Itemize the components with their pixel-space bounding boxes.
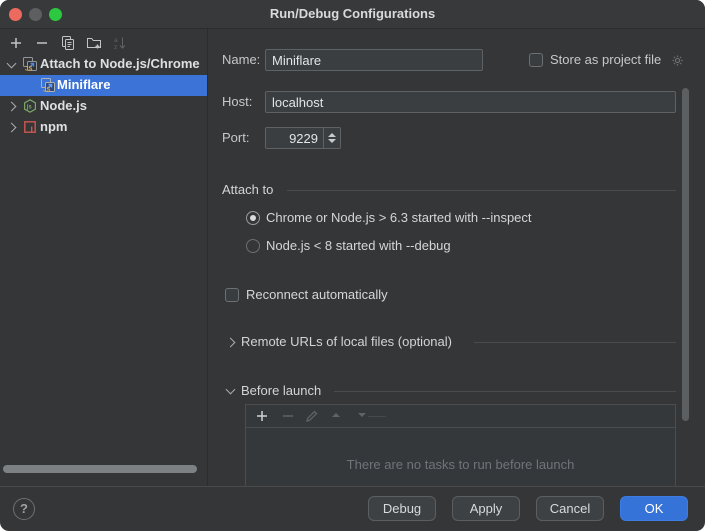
toolbar-separator	[368, 416, 386, 417]
add-icon[interactable]	[254, 408, 270, 424]
chevron-right-icon[interactable]	[226, 338, 236, 348]
decrement-icon[interactable]	[328, 139, 336, 143]
nodejs-icon: js	[22, 98, 38, 114]
section-divider	[287, 190, 676, 191]
edit-icon[interactable]	[304, 408, 320, 424]
reconnect-automatically-label: Reconnect automatically	[246, 287, 388, 303]
titlebar: Run/Debug Configurations	[0, 0, 705, 29]
attach-config-icon: JS	[40, 77, 56, 93]
configuration-form: Name: Store as project file Host: Port: …	[208, 28, 705, 486]
svg-text:js: js	[26, 105, 33, 111]
port-stepper[interactable]	[323, 128, 340, 148]
store-as-project-file-label: Store as project file	[550, 52, 661, 68]
cancel-button[interactable]: Cancel	[536, 496, 604, 521]
help-button[interactable]: ?	[13, 498, 35, 520]
svg-text:z: z	[114, 44, 117, 51]
remote-urls-section-title[interactable]: Remote URLs of local files (optional)	[241, 334, 452, 350]
configurations-sidebar: az JS Attach to Node.js/Chrome JS Minifl…	[0, 29, 207, 486]
sidebar-item-label: npm	[40, 119, 67, 134]
name-input[interactable]	[265, 49, 483, 71]
sidebar-item-label: Attach to Node.js/Chrome	[40, 56, 200, 71]
section-divider	[334, 391, 676, 392]
copy-icon[interactable]	[60, 35, 76, 51]
sidebar-item-label: Miniflare	[57, 77, 110, 92]
reconnect-automatically-checkbox[interactable]	[225, 288, 239, 302]
radio-chrome-inspect[interactable]	[246, 211, 260, 225]
before-launch-section-title[interactable]: Before launch	[241, 383, 321, 399]
store-as-project-file-checkbox[interactable]	[529, 53, 543, 67]
sidebar-item-npm[interactable]: npm	[0, 117, 207, 138]
host-label: Host:	[222, 94, 252, 110]
host-input[interactable]	[265, 91, 676, 113]
remove-icon[interactable]	[280, 408, 296, 424]
svg-text:a: a	[114, 37, 118, 44]
apply-button[interactable]: Apply	[452, 496, 520, 521]
sort-alphabetically-icon[interactable]: az	[112, 35, 128, 51]
attach-config-icon: JS	[22, 56, 38, 72]
chevron-right-icon[interactable]	[7, 123, 17, 133]
port-label: Port:	[222, 130, 249, 146]
ok-button[interactable]: OK	[620, 496, 688, 521]
sidebar-item-nodejs[interactable]: js Node.js	[0, 96, 207, 117]
debug-button[interactable]: Debug	[368, 496, 436, 521]
chevron-down-icon[interactable]	[7, 59, 17, 69]
chevron-down-icon[interactable]	[226, 385, 236, 395]
vertical-scrollbar[interactable]	[682, 88, 689, 421]
section-divider	[474, 342, 676, 343]
before-launch-empty-text: There are no tasks to run before launch	[246, 457, 675, 472]
npm-icon	[22, 119, 38, 135]
horizontal-scrollbar[interactable]	[3, 465, 197, 473]
increment-icon[interactable]	[328, 133, 336, 137]
dialog-title: Run/Debug Configurations	[0, 6, 705, 21]
before-launch-panel: There are no tasks to run before launch	[245, 404, 676, 486]
remove-icon[interactable]	[34, 35, 50, 51]
new-folder-icon[interactable]	[86, 35, 102, 51]
radio-node-debug-label: Node.js < 8 started with --debug	[266, 238, 451, 254]
port-input[interactable]	[266, 128, 323, 148]
gear-icon[interactable]	[670, 53, 685, 68]
sidebar-item-miniflare[interactable]: JS Miniflare	[0, 75, 207, 96]
add-icon[interactable]	[8, 35, 24, 51]
sidebar-item-label: Node.js	[40, 98, 87, 113]
before-launch-toolbar	[246, 405, 675, 428]
chevron-right-icon[interactable]	[7, 102, 17, 112]
run-debug-configurations-dialog: Run/Debug Configurations az JS	[0, 0, 705, 531]
sidebar-item-attach-group[interactable]: JS Attach to Node.js/Chrome	[0, 54, 207, 75]
svg-text:JS: JS	[43, 88, 50, 94]
name-label: Name:	[222, 52, 260, 68]
port-spinner	[265, 127, 341, 149]
radio-node-debug[interactable]	[246, 239, 260, 253]
move-up-icon[interactable]	[332, 413, 348, 429]
radio-chrome-inspect-label: Chrome or Node.js > 6.3 started with --i…	[266, 210, 532, 226]
sidebar-toolbar: az	[0, 32, 207, 54]
svg-text:JS: JS	[25, 67, 32, 73]
footer-divider	[0, 486, 705, 487]
attach-to-section-title: Attach to	[222, 182, 273, 198]
